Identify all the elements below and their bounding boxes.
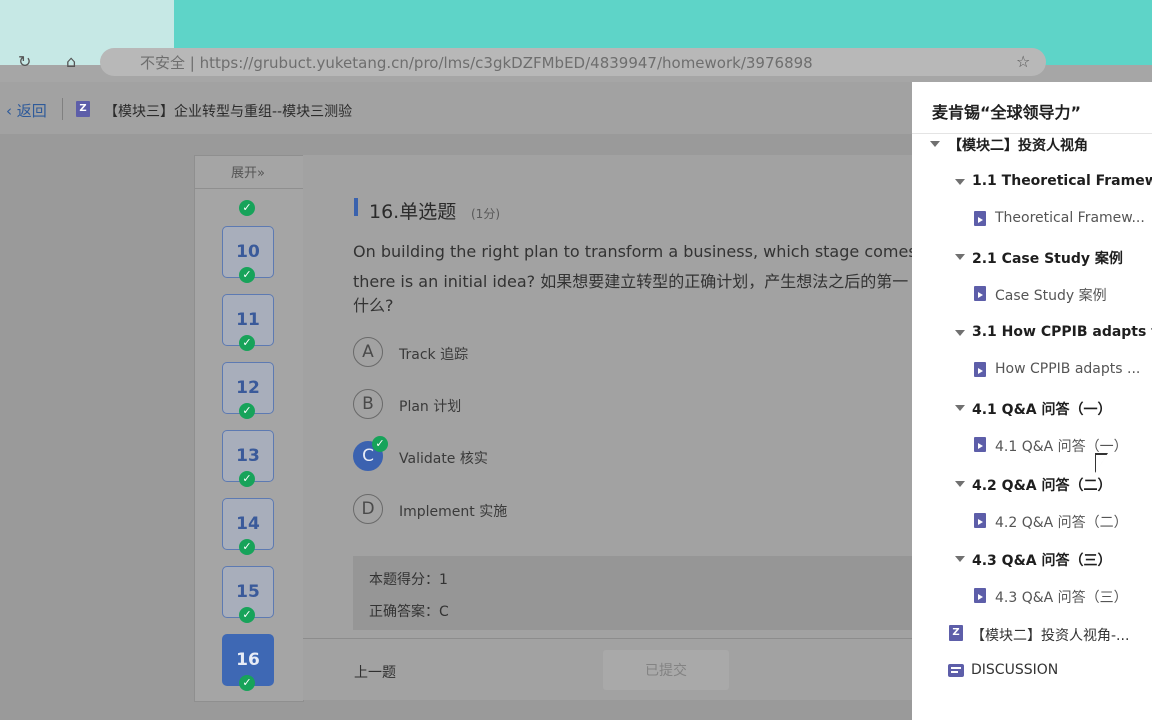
question-text-line: On building the right plan to transform … [353,242,968,261]
sidebar-leaf-item[interactable]: 4.3 Q&A 问答（三） [995,587,1128,607]
video-doc-icon [974,286,986,301]
header-divider [62,98,63,120]
sidebar-group-heading[interactable]: 1.1 Theoretical Framework [972,173,1152,189]
check-icon: ✓ [239,607,255,623]
title-marker [354,198,358,216]
sidebar-group-heading[interactable]: 2.1 Case Study 案例 [972,248,1123,268]
check-icon: ✓ [239,200,255,216]
sidebar-quiz-item[interactable]: 【模块二】投资人视角-... [971,625,1129,645]
question-score: (1分) [471,207,500,221]
sidebar-leaf-item[interactable]: How CPPIB adapts ... [995,361,1140,377]
sidebar-discussion-item[interactable]: DISCUSSION [971,662,1058,678]
sidebar-group-heading[interactable]: 4.1 Q&A 问答（一） [972,399,1112,419]
video-doc-icon [974,513,986,528]
option-d-label[interactable]: Implement 实施 [399,501,507,521]
option-d-circle[interactable]: D [353,494,383,524]
quiz-icon: Z [76,101,90,117]
video-doc-icon [974,437,986,452]
video-doc-icon [974,362,986,377]
option-c-label[interactable]: Validate 核实 [399,448,488,468]
sidebar-group-heading[interactable]: 3.1 How CPPIB adapts to t [972,324,1152,340]
question-text-line: 什么? [353,296,394,315]
sidebar-group-heading[interactable]: 4.3 Q&A 问答（三） [972,550,1112,570]
video-doc-icon [974,211,986,226]
back-button[interactable]: ‹ 返回 [6,100,47,121]
sidebar-leaf-item[interactable]: Case Study 案例 [995,285,1107,305]
sidebar-divider [912,133,1152,134]
check-icon: ✓ [239,267,255,283]
option-a-circle[interactable]: A [353,337,383,367]
caret-down-icon[interactable] [955,405,965,411]
quiz-icon: Z [949,625,963,641]
refresh-icon[interactable]: ↻ [18,52,31,71]
check-icon: ✓ [239,403,255,419]
prev-question-button[interactable]: 上一题 [354,662,396,682]
sidebar-leaf-item[interactable]: Theoretical Framew... [995,210,1145,226]
check-icon: ✓ [372,436,388,452]
caret-down-icon[interactable] [955,179,965,185]
check-icon: ✓ [239,675,255,691]
expand-button[interactable]: 展开» [194,162,302,181]
check-icon: ✓ [239,539,255,555]
home-icon[interactable]: ⌂ [66,52,76,71]
correct-answer: 正确答案：C [369,604,449,620]
question-text-line: there is an initial idea? 如果想要建立转型的正确计划，… [353,272,909,291]
sidebar-title: 麦肯锡“全球领导力” [932,103,1082,122]
url-text[interactable]: 不安全 | https://grubuct.yuketang.cn/pro/lm… [140,52,813,73]
option-b-circle[interactable]: B [353,389,383,419]
video-doc-icon [974,588,986,603]
chevron-left-icon: ‹ [6,102,12,120]
caret-down-icon[interactable] [955,556,965,562]
caret-down-icon[interactable] [930,141,940,147]
option-b-label[interactable]: Plan 计划 [399,396,461,416]
nav-divider [194,188,303,189]
caret-down-icon[interactable] [955,330,965,336]
submitted-button[interactable]: 已提交 [603,650,729,690]
question-title: 16.单选题 [369,201,457,223]
bookmark-star-icon[interactable]: ☆ [1016,52,1030,71]
caret-down-icon[interactable] [955,254,965,260]
footer-divider [303,638,912,639]
back-label: 返回 [16,102,47,120]
score-result: 本题得分：1 [369,572,448,588]
page-title: 【模块三】企业转型与重组--模块三测验 [104,104,353,120]
option-a-label[interactable]: Track 追踪 [399,344,468,364]
sidebar-section[interactable]: 【模块二】投资人视角 [948,135,1088,155]
sidebar-leaf-item[interactable]: 4.2 Q&A 问答（二） [995,512,1128,532]
check-icon: ✓ [239,335,255,351]
sidebar-group-heading[interactable]: 4.2 Q&A 问答（二） [972,475,1112,495]
mouse-cursor-fill [1096,455,1107,472]
check-icon: ✓ [239,471,255,487]
caret-down-icon[interactable] [955,481,965,487]
discussion-icon [948,664,964,677]
